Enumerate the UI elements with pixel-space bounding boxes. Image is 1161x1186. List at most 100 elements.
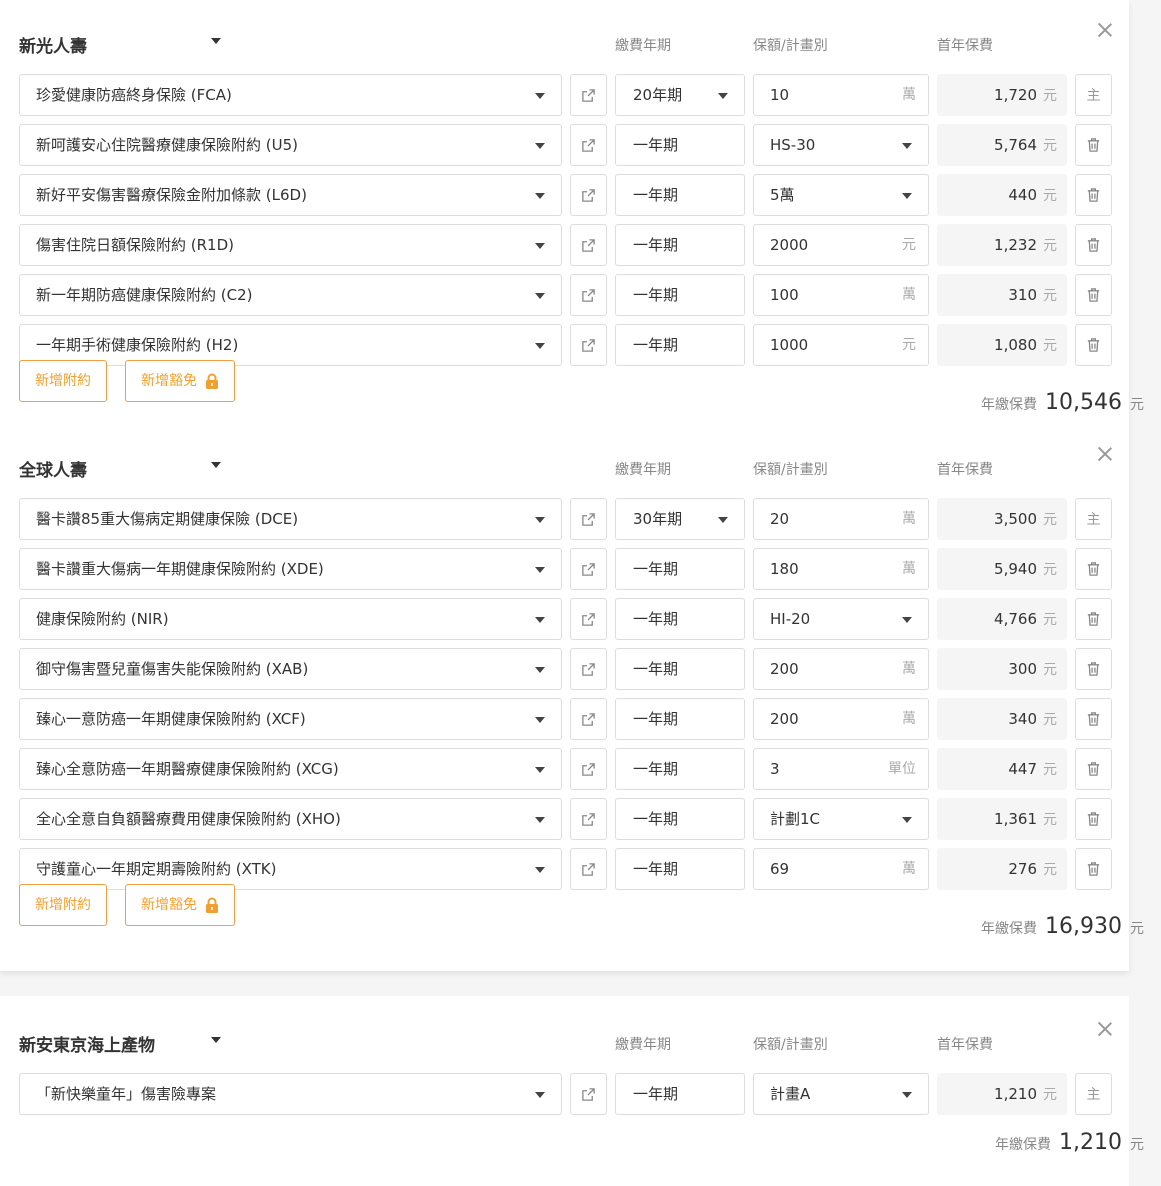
amount-select[interactable]: 5萬: [753, 174, 929, 216]
add-waiver-label: 新增豁免: [141, 373, 197, 389]
amount-input[interactable]: 2000 元: [753, 224, 929, 266]
delete-row-button[interactable]: [1075, 748, 1112, 790]
amount-input[interactable]: 100 萬: [753, 274, 929, 316]
product-name: 全心全意自負額醫療費用健康保險附約 (XHO): [36, 810, 341, 828]
open-product-button[interactable]: [570, 224, 607, 266]
product-select[interactable]: 「新快樂童年」傷害險專案: [19, 1073, 562, 1115]
amount-input[interactable]: 200 萬: [753, 648, 929, 690]
delete-row-button[interactable]: [1075, 698, 1112, 740]
product-select[interactable]: 御守傷害暨兒童傷害失能保險附約 (XAB): [19, 648, 562, 690]
caret-down-icon: [535, 717, 545, 723]
company-select[interactable]: 全球人壽: [19, 456, 221, 481]
annual-premium-total: 年繳保費 10,546 元: [981, 390, 1144, 415]
caret-down-icon: [535, 143, 545, 149]
add-waiver-button[interactable]: 新增豁免: [125, 360, 235, 402]
amount-input[interactable]: 10 萬: [753, 74, 929, 116]
amount-select[interactable]: HS-30: [753, 124, 929, 166]
plan-row: 御守傷害暨兒童傷害失能保險附約 (XAB) 一年期 200 萬 300 元: [0, 648, 1129, 690]
open-product-button[interactable]: [570, 548, 607, 590]
amount-unit: 萬: [902, 861, 916, 877]
delete-row-button[interactable]: [1075, 174, 1112, 216]
amount-input[interactable]: 180 萬: [753, 548, 929, 590]
add-waiver-button[interactable]: 新增豁免: [125, 884, 235, 926]
delete-row-button[interactable]: [1075, 124, 1112, 166]
amount-value: 1000: [770, 336, 809, 354]
premium-value: 276 元: [937, 848, 1067, 890]
delete-row-button[interactable]: [1075, 548, 1112, 590]
open-product-button[interactable]: [570, 798, 607, 840]
open-product-button[interactable]: [570, 74, 607, 116]
company-select[interactable]: 新光人壽: [19, 32, 221, 57]
term-field: 一年期: [615, 324, 745, 366]
close-icon[interactable]: [1097, 446, 1113, 462]
product-select[interactable]: 健康保險附約 (NIR): [19, 598, 562, 640]
open-product-button[interactable]: [570, 598, 607, 640]
delete-row-button[interactable]: [1075, 598, 1112, 640]
amount-input[interactable]: 1000 元: [753, 324, 929, 366]
delete-row-button[interactable]: [1075, 648, 1112, 690]
term-field: 一年期: [615, 598, 745, 640]
amount-unit: 元: [902, 237, 916, 253]
open-product-button[interactable]: [570, 124, 607, 166]
product-select[interactable]: 珍愛健康防癌終身保險 (FCA): [19, 74, 562, 116]
product-name: 「新快樂童年」傷害險專案: [36, 1085, 217, 1103]
premium-amount: 340: [1008, 710, 1037, 728]
term-value: 一年期: [633, 336, 679, 354]
open-product-button[interactable]: [570, 174, 607, 216]
close-icon[interactable]: [1097, 1021, 1113, 1037]
product-name: 新好平安傷害醫療保險金附加條款 (L6D): [36, 186, 307, 204]
amount-input[interactable]: 3 單位: [753, 748, 929, 790]
premium-value: 5,940 元: [937, 548, 1067, 590]
column-header-premium: 首年保費: [937, 1037, 993, 1053]
product-select[interactable]: 新呵護安心住院醫療健康保險附約 (U5): [19, 124, 562, 166]
open-product-button[interactable]: [570, 648, 607, 690]
delete-row-button[interactable]: [1075, 848, 1112, 890]
trash-icon: [1087, 712, 1100, 726]
delete-row-button[interactable]: [1075, 798, 1112, 840]
product-select[interactable]: 新一年期防癌健康保險附約 (C2): [19, 274, 562, 316]
product-select[interactable]: 傷害住院日額保險附約 (R1D): [19, 224, 562, 266]
delete-row-button[interactable]: [1075, 224, 1112, 266]
premium-amount: 447: [1008, 760, 1037, 778]
open-product-button[interactable]: [570, 274, 607, 316]
product-select[interactable]: 醫卡讚85重大傷病定期健康保險 (DCE): [19, 498, 562, 540]
open-product-button[interactable]: [570, 848, 607, 890]
term-field: 一年期: [615, 798, 745, 840]
product-select[interactable]: 全心全意自負額醫療費用健康保險附約 (XHO): [19, 798, 562, 840]
term-field: 一年期: [615, 174, 745, 216]
plan-row: 新一年期防癌健康保險附約 (C2) 一年期 100 萬 310 元: [0, 274, 1129, 316]
term-field: 一年期: [615, 224, 745, 266]
term-select[interactable]: 30年期: [615, 498, 745, 540]
add-rider-button[interactable]: 新增附約: [19, 360, 107, 402]
caret-down-icon: [535, 867, 545, 873]
open-product-button[interactable]: [570, 748, 607, 790]
open-product-button[interactable]: [570, 698, 607, 740]
open-product-button[interactable]: [570, 324, 607, 366]
premium-unit: 元: [1043, 1087, 1057, 1103]
amount-input[interactable]: 69 萬: [753, 848, 929, 890]
add-rider-button[interactable]: 新增附約: [19, 884, 107, 926]
plan-row: 新好平安傷害醫療保險金附加條款 (L6D) 一年期 5萬 440 元: [0, 174, 1129, 216]
term-select[interactable]: 20年期: [615, 74, 745, 116]
amount-select[interactable]: 計劃1C: [753, 798, 929, 840]
company-name: 全球人壽: [19, 461, 87, 481]
product-name: 珍愛健康防癌終身保險 (FCA): [36, 86, 232, 104]
product-select[interactable]: 醫卡讚重大傷病一年期健康保險附約 (XDE): [19, 548, 562, 590]
amount-input[interactable]: 20 萬: [753, 498, 929, 540]
open-product-button[interactable]: [570, 498, 607, 540]
plan-row: 醫卡讚重大傷病一年期健康保險附約 (XDE) 一年期 180 萬 5,940 元: [0, 548, 1129, 590]
close-icon[interactable]: [1097, 22, 1113, 38]
amount-input[interactable]: 200 萬: [753, 698, 929, 740]
product-select[interactable]: 新好平安傷害醫療保險金附加條款 (L6D): [19, 174, 562, 216]
caret-down-icon: [535, 817, 545, 823]
column-header-premium: 首年保費: [937, 38, 993, 54]
product-select[interactable]: 臻心全意防癌一年期醫療健康保險附約 (XCG): [19, 748, 562, 790]
amount-value: 100: [770, 286, 799, 304]
company-select[interactable]: 新安東京海上產物: [19, 1031, 221, 1056]
delete-row-button[interactable]: [1075, 324, 1112, 366]
open-product-button[interactable]: [570, 1073, 607, 1115]
amount-select[interactable]: HI-20: [753, 598, 929, 640]
amount-select[interactable]: 計畫A: [753, 1073, 929, 1115]
delete-row-button[interactable]: [1075, 274, 1112, 316]
product-select[interactable]: 臻心一意防癌一年期健康保險附約 (XCF): [19, 698, 562, 740]
